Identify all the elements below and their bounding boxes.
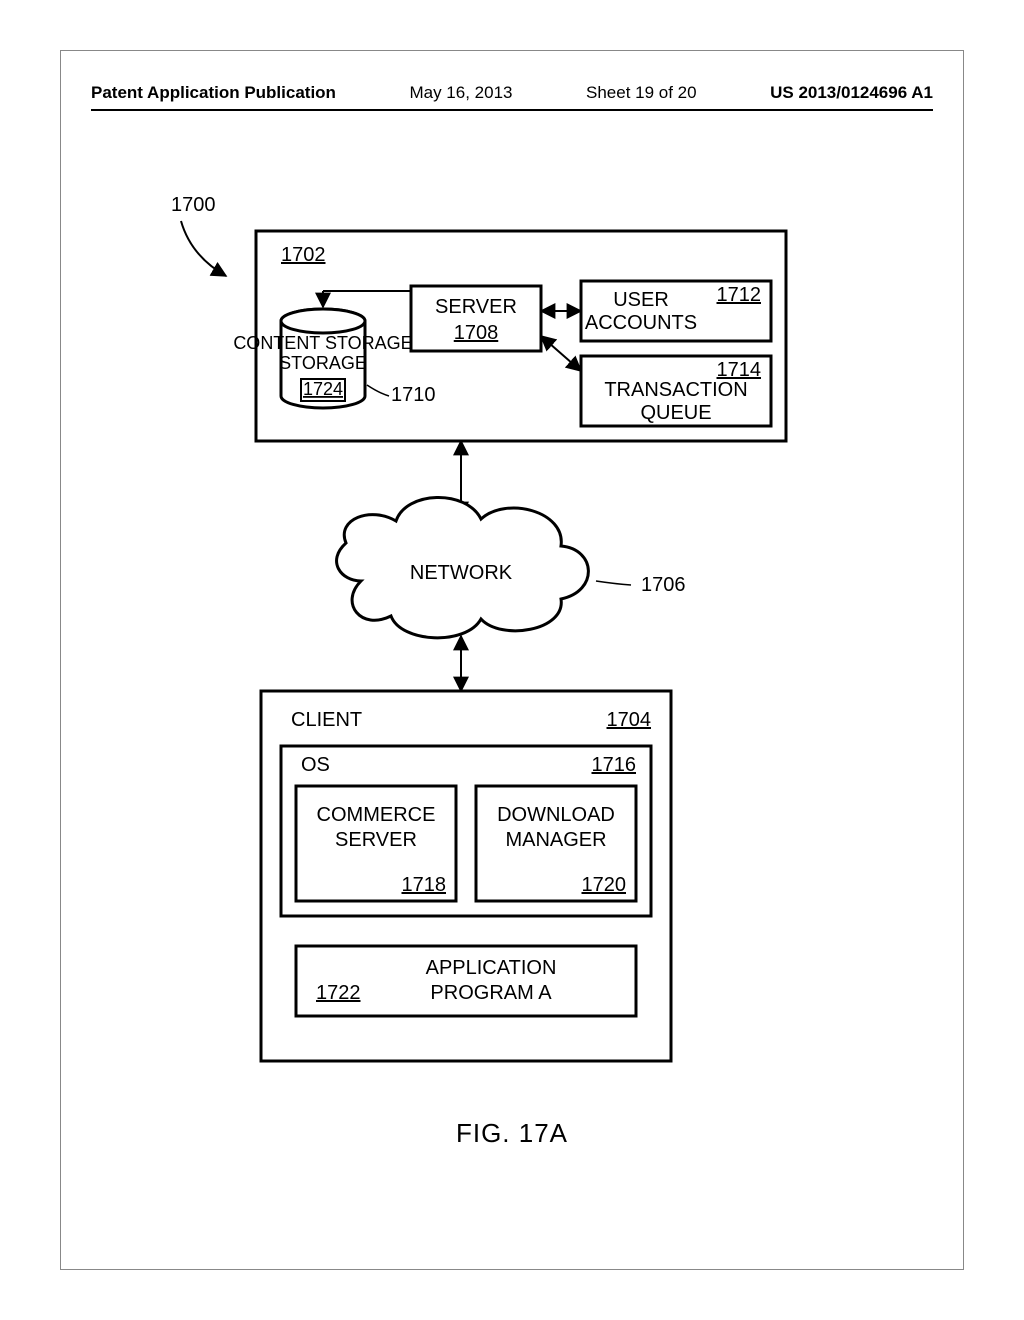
ref-1724: 1724 — [303, 379, 343, 399]
leader-1710 — [367, 385, 389, 396]
ref-1706: 1706 — [641, 574, 686, 596]
cloud-network: NETWORK — [337, 497, 589, 637]
header-rule — [91, 109, 933, 111]
ref-1714: 1714 — [717, 359, 762, 381]
svg-text:APPLICATION: APPLICATION — [426, 957, 557, 979]
leader-1700 — [181, 221, 226, 276]
ref-1722: 1722 — [316, 982, 361, 1004]
leader-1706 — [596, 581, 631, 585]
cylinder-content-storage: CONTENT STORAGE STORAGE 1724 — [233, 309, 412, 408]
ref-1710: 1710 — [391, 384, 436, 406]
svg-text:CONTENT STORAGE: CONTENT STORAGE — [233, 333, 412, 353]
label-txn-2: QUEUE — [640, 402, 711, 424]
label-network: NETWORK — [410, 562, 513, 584]
figure-caption: FIG. 17A — [61, 1118, 963, 1149]
ref-1712: 1712 — [717, 284, 762, 306]
svg-text:SERVER: SERVER — [335, 829, 417, 851]
label-os: OS — [301, 754, 330, 776]
ref-1704: 1704 — [607, 709, 652, 731]
ref-1716: 1716 — [592, 754, 637, 776]
page-header: Patent Application Publication May 16, 2… — [91, 83, 933, 103]
diagram: 1700 1702 CONTENT STORAGE STORAGE 1724 S… — [61, 171, 965, 1191]
svg-text:DOWNLOAD: DOWNLOAD — [497, 804, 615, 826]
label-user-accounts-1: USER — [613, 289, 669, 311]
svg-text:MANAGER: MANAGER — [505, 829, 606, 851]
label-server: SERVER — [435, 296, 517, 318]
ref-1718: 1718 — [402, 874, 447, 896]
svg-text:STORAGE: STORAGE — [279, 353, 367, 373]
ref-1720: 1720 — [582, 874, 627, 896]
label-txn-1: TRANSACTION — [604, 379, 747, 401]
conn-server-txn — [541, 336, 581, 371]
header-publication: Patent Application Publication — [91, 83, 336, 102]
ref-1708: 1708 — [454, 322, 499, 344]
header-docnum: US 2013/0124696 A1 — [770, 83, 933, 103]
ref-1702: 1702 — [281, 244, 326, 266]
header-date: May 16, 2013 — [409, 83, 512, 103]
ref-1700: 1700 — [171, 194, 216, 216]
label-client: CLIENT — [291, 709, 362, 731]
label-user-accounts-2: ACCOUNTS — [585, 312, 697, 334]
svg-text:COMMERCE: COMMERCE — [317, 804, 436, 826]
page-frame: Patent Application Publication May 16, 2… — [60, 50, 964, 1270]
header-sheet: Sheet 19 of 20 — [586, 83, 697, 103]
svg-text:PROGRAM A: PROGRAM A — [430, 982, 552, 1004]
